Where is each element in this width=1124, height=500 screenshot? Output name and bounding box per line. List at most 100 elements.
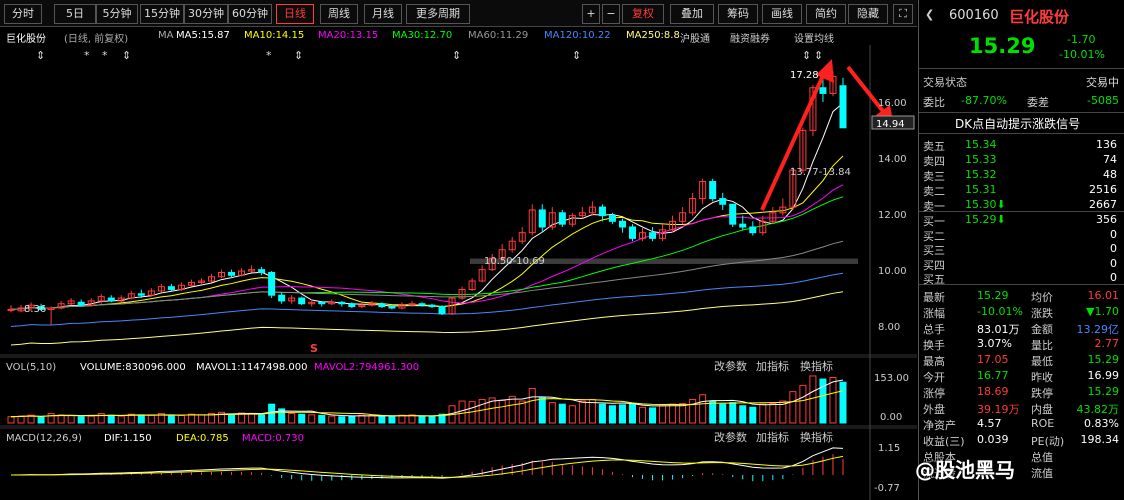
tab-month[interactable]: 月线 — [364, 4, 402, 24]
candle-body — [7, 308, 15, 311]
vol-volume: VOLUME:830096.000 — [80, 362, 186, 373]
red-trend-arrow — [760, 68, 828, 211]
ask-volume: 136 — [1096, 138, 1117, 151]
quote-panel: ❮ 600160 巨化股份 15.29 -1.70 -10.01% 交易状态 交易… — [918, 0, 1124, 500]
kline-chart[interactable]: ⇕ * * ⇕ * ⇕ ⇕ ⇕ ⇕ ⇕ 8.36 10.50-10.69 17.28 13.77-… — [0, 45, 917, 500]
tab-week[interactable]: 周线 — [320, 4, 358, 24]
volume-bar — [77, 416, 85, 424]
ma60-line — [10, 240, 844, 310]
volume-bar — [37, 416, 45, 424]
price-axis-label: 16.00 — [878, 98, 907, 109]
candle-body — [618, 220, 626, 228]
volume-bar — [608, 405, 616, 424]
bid-volume: 0 — [1110, 256, 1117, 270]
tab-more-periods[interactable]: 更多周期 — [406, 4, 470, 24]
volume-bar — [187, 413, 195, 424]
stat-label: 净资产 — [923, 419, 956, 432]
candle-body — [709, 181, 717, 200]
ma120-line — [10, 272, 844, 327]
stat-label: 跌停 — [1031, 387, 1053, 400]
ask-volume: 74 — [1103, 153, 1117, 166]
zoom-in-button[interactable]: + — [582, 4, 600, 24]
volume-bar — [87, 415, 95, 424]
vol-mavol2: MAVOL2:794961.300 — [314, 362, 419, 373]
candle-body — [167, 286, 175, 291]
stat-value: 15.29 — [1087, 353, 1120, 366]
candle-body — [378, 303, 386, 308]
volume-bar — [639, 406, 647, 424]
low-price-label: 8.36 — [24, 304, 46, 315]
volume-bar — [598, 403, 606, 424]
tab-5day[interactable]: 5日 — [54, 4, 96, 24]
hide-button[interactable]: 隐藏 — [848, 4, 888, 24]
volume-bar — [137, 414, 145, 424]
macd-params-button[interactable]: 改参数 — [714, 430, 747, 444]
volume-bar — [378, 415, 386, 424]
candle-body — [839, 85, 847, 129]
event-marker: * — [266, 49, 272, 62]
stat-value: 2.77 — [1094, 337, 1120, 350]
bid-volume: 356 — [1096, 213, 1117, 226]
zoom-out-button[interactable]: − — [602, 4, 620, 24]
event-marker: ⇕ — [802, 49, 811, 62]
bid-volume: 0 — [1110, 227, 1117, 241]
candle-body — [749, 226, 757, 234]
price-axis-label: 8.00 — [878, 322, 900, 333]
candle-body — [819, 87, 827, 94]
volume-bar — [67, 414, 75, 424]
stat-label: 涨停 — [923, 387, 945, 400]
macd-switch-indicator-button[interactable]: 换指标 — [800, 430, 833, 444]
macd-dif: DIF:1.150 — [104, 433, 152, 444]
volume-bar — [508, 395, 516, 424]
vol-switch-indicator-button[interactable]: 换指标 — [800, 359, 833, 373]
candle-body — [739, 223, 747, 228]
rzrq-link[interactable]: 融资融券 — [730, 30, 770, 45]
panel-arrow-icon[interactable]: ❮ — [925, 8, 934, 21]
fuquan-button[interactable]: 复权 — [622, 4, 664, 24]
bid-volume: 0 — [1110, 271, 1117, 284]
volume-bar — [769, 403, 777, 424]
ma5-line — [10, 102, 844, 310]
tab-fenshi[interactable]: 分时 — [4, 4, 42, 24]
red-arrow-head — [816, 59, 834, 83]
volume-bar — [7, 416, 15, 424]
tab-15min[interactable]: 15分钟 — [140, 4, 184, 24]
tab-day[interactable]: 日线 — [276, 4, 314, 24]
stat-value: 15.29 — [977, 289, 1009, 302]
ask-volume: 2667 — [1089, 198, 1117, 211]
tab-30min[interactable]: 30分钟 — [184, 4, 228, 24]
volume-bar — [739, 405, 747, 424]
price-axis-label: 14.00 — [878, 154, 907, 165]
candle-body — [258, 269, 266, 273]
ma-settings-button[interactable]: 设置均线 — [794, 30, 834, 45]
ask-price: 15.32 — [965, 168, 997, 181]
tab-60min[interactable]: 60分钟 — [228, 4, 272, 24]
chips-button[interactable]: 筹码 — [718, 4, 758, 24]
volume-bar — [699, 394, 707, 424]
fullscreen-icon[interactable]: ⛶ — [893, 4, 913, 24]
volume-bar — [177, 414, 185, 424]
vol-add-indicator-button[interactable]: 加指标 — [756, 359, 789, 373]
draw-line-button[interactable]: 画线 — [762, 4, 802, 24]
stat-label: 外盘 — [923, 403, 945, 416]
macd-title: MACD(12,26,9) — [6, 433, 82, 444]
hgt-link[interactable]: 沪股通 — [680, 30, 710, 45]
volume-bar — [628, 403, 636, 424]
stat-label: 最低 — [1031, 355, 1053, 368]
vol-axis-bottom: 0.00 — [880, 412, 902, 423]
mavol1-line — [10, 379, 844, 418]
overlay-button[interactable]: 叠加 — [670, 4, 714, 24]
stat-value: 17.05 — [977, 353, 1009, 366]
vol-params-button[interactable]: 改参数 — [714, 359, 747, 373]
bid-volume: 0 — [1110, 242, 1117, 255]
stat-label: ROE — [1031, 417, 1055, 430]
simple-mode-button[interactable]: 简约 — [806, 4, 846, 24]
stat-row: 换手 3.07% 量比 2.77 — [919, 336, 1124, 352]
dk-signal-link[interactable]: DK点自动提示涨跌信号 — [955, 115, 1080, 132]
stat-label: 收益(三) — [923, 435, 965, 448]
stat-label: 最新 — [923, 291, 945, 304]
volume-bar — [117, 415, 125, 424]
macd-add-indicator-button[interactable]: 加指标 — [756, 430, 789, 444]
tab-5min[interactable]: 5分钟 — [96, 4, 138, 24]
event-marker: * — [84, 49, 90, 62]
